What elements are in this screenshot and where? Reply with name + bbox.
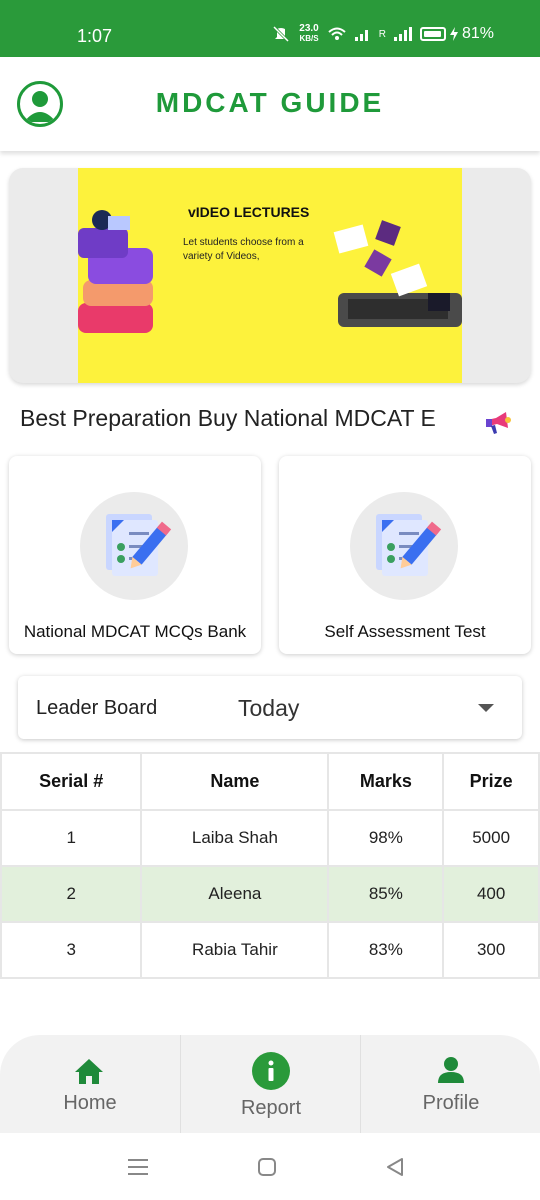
mute-vibrate-icon <box>273 25 290 43</box>
battery-icon <box>419 27 446 41</box>
banner-subtitle: Let students choose from a variety of Vi… <box>183 237 304 262</box>
status-time: 1:07 <box>77 26 113 46</box>
card-icon-circle <box>80 492 188 600</box>
system-navigation-bar <box>0 1133 540 1200</box>
cell-prize: 5000 <box>442 809 540 867</box>
leaderboard-period-dropdown[interactable]: Leader Board Today <box>18 676 522 739</box>
cell-marks: 85% <box>327 865 445 923</box>
status-icons: 23.0 KB/S R 81% <box>271 24 494 44</box>
cell-prize: 400 <box>442 865 540 923</box>
announcement-text: Best Preparation Buy National MDCAT E <box>20 405 436 431</box>
column-header: Serial # <box>0 752 143 811</box>
books-illustration <box>78 210 462 333</box>
app-title: MDCAT GUIDE <box>155 87 385 118</box>
cell-marks: 98% <box>327 809 445 867</box>
table-header-row: Serial # Name Marks Prize <box>0 752 540 811</box>
banner-image: vIDEO LECTURES Let students choose from … <box>78 168 462 383</box>
battery-indicator: 81% <box>419 25 494 43</box>
banner-carousel[interactable]: vIDEO LECTURES Let students choose from … <box>9 168 531 383</box>
cell-prize: 300 <box>442 921 540 979</box>
back-icon[interactable] <box>385 1157 405 1177</box>
signal-icon-2 <box>393 27 412 41</box>
info-icon <box>252 1052 290 1090</box>
table-row: 3 Rabia Tahir 83% 300 <box>0 921 540 979</box>
nav-label-profile: Profile <box>422 1092 480 1114</box>
banner-title: vIDEO LECTURES <box>188 204 310 220</box>
announcement-marquee: Best Preparation Buy National MDCAT E <box>20 405 460 435</box>
dropdown-selected-value: Today <box>238 695 300 721</box>
column-header: Name <box>140 752 330 811</box>
table-row: 1 Laiba Shah 98% 5000 <box>0 809 540 867</box>
mcqs-bank-card[interactable]: National MDCAT MCQs Bank <box>9 456 261 654</box>
cell-serial: 2 <box>0 865 143 923</box>
leaderboard-table: Serial # Name Marks Prize 1 Laiba Shah 9… <box>0 752 540 979</box>
cell-serial: 3 <box>0 921 143 979</box>
app-header: MDCAT GUIDE <box>0 57 540 151</box>
self-assessment-card[interactable]: Self Assessment Test <box>279 456 531 654</box>
person-icon <box>438 1057 464 1083</box>
cell-name: Rabia Tahir <box>140 921 330 979</box>
roaming-indicator: R <box>378 28 386 40</box>
battery-level: 81% <box>461 25 494 42</box>
home-icon <box>75 1059 103 1084</box>
leaderboard-label: Leader Board <box>36 697 158 719</box>
checklist-pencil-icon <box>376 514 442 576</box>
nav-label-home: Home <box>63 1092 117 1114</box>
megaphone-icon[interactable] <box>484 410 512 436</box>
nav-home[interactable]: Home <box>0 1035 180 1133</box>
cell-name: Aleena <box>140 865 330 923</box>
bottom-nav: Home Report Profile <box>0 1035 540 1133</box>
signal-icon <box>354 30 368 41</box>
nav-label-report: Report <box>240 1097 302 1119</box>
cell-name: Laiba Shah <box>140 809 330 867</box>
card-icon-circle <box>350 492 458 600</box>
dropdown-arrow-icon <box>478 704 494 712</box>
marquee-fade <box>430 405 460 435</box>
status-bar: 1:07 23.0 KB/S R 81% <box>0 0 540 57</box>
nav-profile[interactable]: Profile <box>360 1035 540 1133</box>
card-label: National MDCAT MCQs Bank <box>23 622 247 641</box>
column-header: Marks <box>327 752 445 811</box>
recent-apps-icon[interactable] <box>127 1157 149 1177</box>
cell-marks: 83% <box>327 921 445 979</box>
wifi-icon <box>328 27 346 40</box>
card-label: Self Assessment Test <box>324 622 486 641</box>
charging-icon <box>449 27 458 41</box>
home-button-icon[interactable] <box>257 1157 277 1177</box>
checklist-pencil-icon <box>106 514 172 576</box>
net-speed: 23.0 KB/S <box>299 23 319 44</box>
column-header: Prize <box>442 752 540 811</box>
cell-serial: 1 <box>0 809 143 867</box>
nav-report[interactable]: Report <box>180 1035 360 1133</box>
table-row: 2 Aleena 85% 400 <box>0 865 540 923</box>
